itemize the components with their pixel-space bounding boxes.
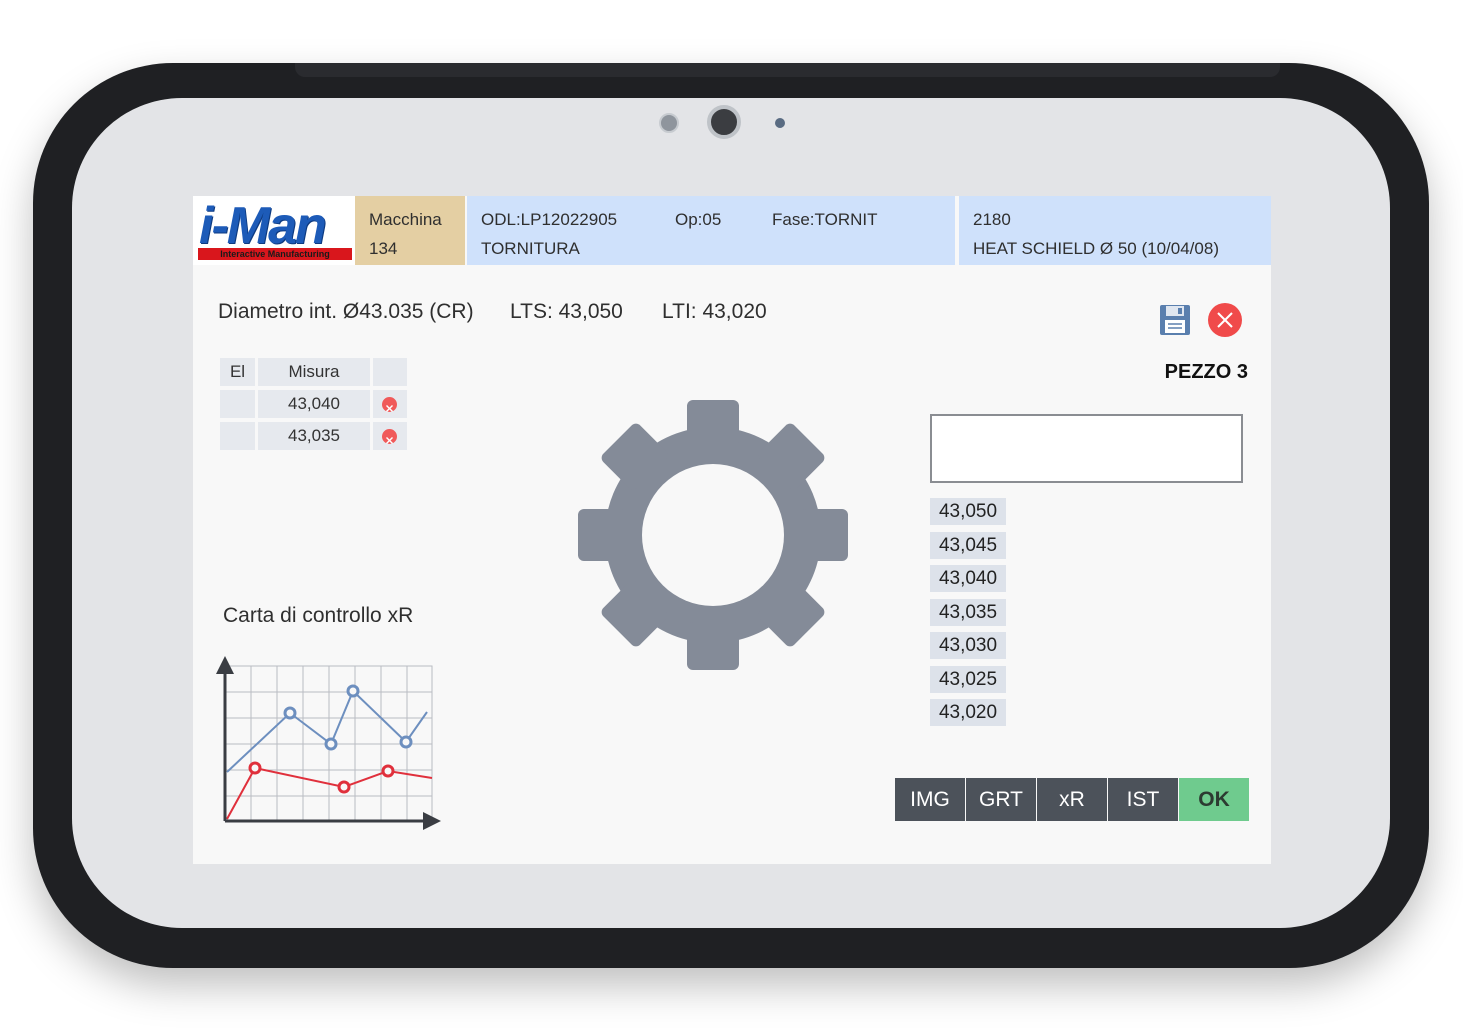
column-header-el: El [220,358,255,386]
save-button[interactable] [1158,303,1192,337]
piece-label: PEZZO 3 [1164,361,1248,383]
row-misura: 43,035 [258,422,370,450]
part-code: 2180 [973,210,1011,229]
camera-icon [707,105,741,139]
tablet-top-edge [295,63,1280,77]
ok-button[interactable]: OK [1179,778,1249,821]
column-header-actions [373,358,407,386]
part-panel: 2180 HEAT SCHIELD Ø 50 (10/04/08) [959,196,1271,265]
control-chart-icon[interactable] [211,654,443,834]
value-option[interactable]: 43,040 [930,565,1006,592]
order-info: ODL:LP12022905 TORNITURA [481,205,617,263]
row-misura: 43,040 [258,390,370,418]
remove-icon [382,429,397,444]
operation-info: Op:05 [675,205,721,234]
gear-icon [578,400,848,670]
measurement-input[interactable] [930,414,1243,483]
machine-panel: Macchina 134 [355,196,465,265]
floppy-disk-icon [1160,305,1190,335]
delete-row-button[interactable] [373,422,407,450]
machine-label: Macchina [369,210,442,229]
value-option[interactable]: 43,020 [930,699,1006,726]
value-option[interactable]: 43,050 [930,498,1006,525]
logo: i-Man Interactive Manufacturing [193,196,355,265]
close-icon [1217,312,1233,328]
close-button[interactable] [1208,303,1242,337]
column-header-misura: Misura [258,358,370,386]
order-number: ODL:LP12022905 [481,210,618,229]
value-option[interactable]: 43,030 [930,632,1006,659]
grt-button[interactable]: GRT [966,778,1036,821]
part-description: HEAT SCHIELD Ø 50 (10/04/08) [973,239,1219,258]
value-option[interactable]: 43,035 [930,599,1006,626]
phase-info: Fase:TORNIT [772,205,877,234]
chart-title[interactable]: Carta di controllo xR [223,604,413,628]
ist-button[interactable]: IST [1108,778,1178,821]
remove-icon [382,397,397,412]
app-screen: i-Man Interactive Manufacturing Macchina… [193,196,1271,864]
measure-title: Diametro int. Ø43.035 (CR) [218,300,474,323]
logo-subtitle: Interactive Manufacturing [198,248,352,260]
phase-value: Fase:TORNIT [772,210,878,229]
delete-row-button[interactable] [373,390,407,418]
sensor-icon [659,113,679,133]
img-button[interactable]: IMG [895,778,965,821]
row-el [220,422,255,450]
value-option[interactable]: 43,045 [930,532,1006,559]
order-panel: ODL:LP12022905 TORNITURA Op:05 Fase:TORN… [467,196,955,265]
light-sensor-icon [775,118,785,128]
operation-name: TORNITURA [481,239,580,258]
logo-text: i-Man [199,197,327,255]
value-option[interactable]: 43,025 [930,666,1006,693]
upper-limit: LTS: 43,050 [510,300,623,323]
operation-number: Op:05 [675,210,722,229]
xr-button[interactable]: xR [1037,778,1107,821]
row-el [220,390,255,418]
lower-limit: LTI: 43,020 [662,300,767,323]
machine-value: 134 [369,239,398,258]
